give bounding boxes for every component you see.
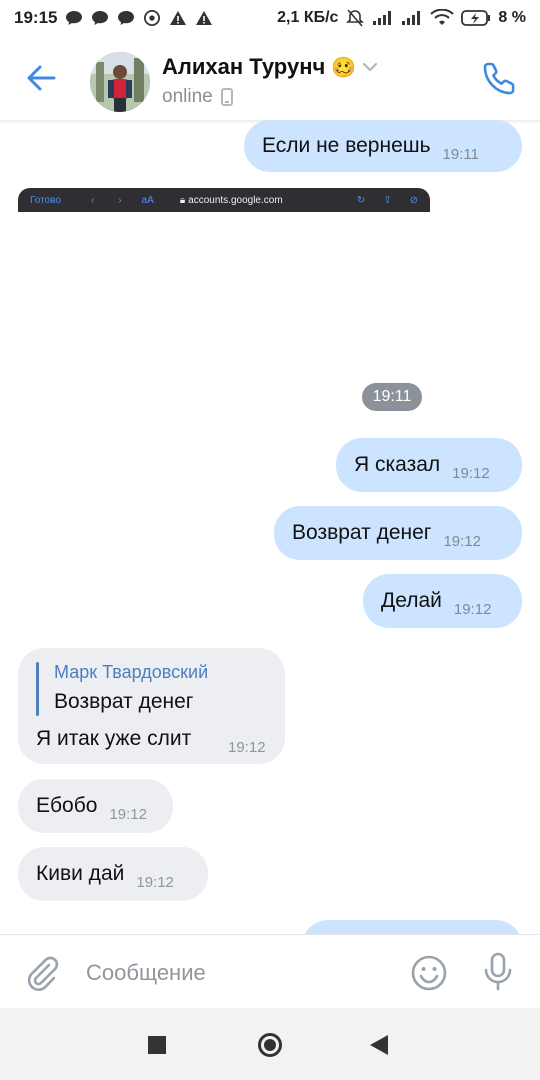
wifi-icon [430,9,455,25]
incoming-message[interactable]: Ебобо 19:12 [18,779,173,833]
chat-notification-icon [92,11,109,25]
contact-name[interactable]: Алихан Турунч 🥴 [162,54,378,80]
smile-icon[interactable] [410,954,448,992]
browser-url: accounts.google.com [188,194,283,206]
battery-charging-icon [461,10,491,26]
time-separator: 19:11 [362,383,422,411]
compass-icon: ⊘ [409,194,418,206]
outgoing-message[interactable]: Делай 19:12 [363,574,522,628]
reply-author[interactable]: Марк Твардовский [54,662,208,683]
message-time: 19:12 [228,739,266,756]
message-text: Я итак уже слит [36,727,192,750]
reload-icon: ↻ [356,194,366,206]
outgoing-message[interactable]: Если не вернешь 19:11 [244,120,522,172]
message-text: Если не вернешь [262,134,431,157]
browser-done-label: Готово [30,194,61,206]
contact-avatar[interactable] [90,52,150,112]
mobile-device-icon [220,88,233,106]
paperclip-icon[interactable] [22,953,62,993]
signal-icon [402,11,421,25]
message-text: Я сказал [354,453,441,476]
incoming-message[interactable]: Киви дай 19:12 [18,847,208,901]
signal-icon [373,11,392,25]
outgoing-message[interactable]: Я сказал 19:12 [336,438,522,492]
status-time: 19:15 [14,8,58,27]
message-time: 19:11 [442,145,479,163]
status-bar: 19:15 2,1 КБ/с 8 % [0,0,540,36]
back-arrow-icon[interactable] [24,62,60,94]
network-speed: 2,1 КБ/с [277,9,339,26]
browser-back-icon: ‹ [90,194,95,206]
message-time: 19:12 [443,532,481,550]
phone-call-icon[interactable] [482,60,518,96]
contact-name-text: Алихан Турунч [162,54,326,79]
chat-notification-icon [66,11,83,25]
message-time: 19:12 [452,464,490,482]
mute-bell-icon [346,9,365,27]
chat-notification-icon [118,11,135,25]
chat-header: Алихан Турунч 🥴 online [0,36,540,120]
message-text: Делай [381,589,442,612]
home-circle-icon[interactable] [257,1032,283,1058]
message-text: Ебобо [36,794,98,817]
chevron-down-icon[interactable] [362,62,378,72]
warning-icon [196,11,213,25]
recent-apps-square-icon[interactable] [148,1036,166,1054]
system-navigation-bar [0,1008,540,1080]
chrome-icon [144,10,161,26]
contact-emoji: 🥴 [331,56,357,79]
avatar-photo [90,52,150,112]
message-text: Киви дай [36,862,125,885]
message-composer [0,934,540,1008]
microphone-icon[interactable] [482,952,514,992]
online-status: online [162,86,213,107]
message-text: Возврат денег [292,521,432,544]
lock-icon: 🔒︎ [179,194,186,206]
battery-level: 8 % [498,9,526,26]
share-icon: ⇪ [383,194,392,206]
contact-status: online [162,86,233,108]
browser-forward-icon: › [118,194,122,206]
reply-quote-line [36,662,39,716]
message-time: 19:12 [109,805,147,823]
back-triangle-icon[interactable] [370,1035,388,1055]
outgoing-message[interactable]: Возврат денег 19:12 [274,506,522,560]
reply-quoted-text: Возврат денег [54,690,194,713]
browser-screenshot-preview[interactable]: Готово ‹ › аА 🔒︎ accounts.google.com ↻ ⇪… [18,188,430,212]
message-input[interactable] [86,953,386,993]
message-time: 19:12 [453,600,492,618]
text-size-label: аА [141,194,154,206]
message-time: 19:12 [136,873,174,891]
warning-icon [170,11,187,25]
